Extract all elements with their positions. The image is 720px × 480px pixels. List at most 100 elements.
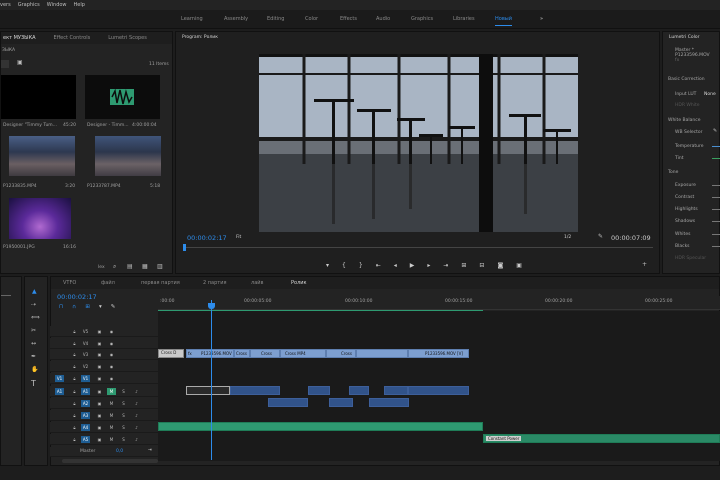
go-to-in-icon[interactable]: ⇤	[376, 262, 381, 270]
folder-icon[interactable]: ▣	[17, 59, 23, 66]
sync-lock-icon[interactable]: ▣	[95, 375, 104, 382]
go-to-end-icon[interactable]: ⇥	[148, 448, 152, 453]
fit-dropdown[interactable]: Fit	[236, 235, 241, 240]
timeline-settings-icon[interactable]: ✎	[111, 304, 116, 312]
lock-icon[interactable]: 🔒︎	[70, 424, 79, 431]
mute-button[interactable]: M	[107, 388, 116, 395]
playhead-marker[interactable]	[183, 244, 186, 251]
input-lut-dropdown[interactable]: None	[704, 92, 716, 97]
track-label[interactable]: A3	[81, 412, 90, 419]
lock-icon[interactable]: 🔒︎	[70, 351, 79, 358]
audio-clip-a2-1[interactable]	[268, 398, 308, 407]
step-forward-icon[interactable]: ▸	[427, 262, 430, 270]
clip-cross-5[interactable]: Cross	[326, 349, 356, 358]
workspace-editing[interactable]: Editing	[267, 16, 284, 22]
selection-tool-icon[interactable]: ▲	[32, 288, 37, 295]
timeline-timecode[interactable]: 00:00:02:17	[57, 293, 97, 301]
lock-icon[interactable]: 🔒︎	[70, 375, 79, 382]
mic-icon[interactable]: ♪	[132, 400, 141, 407]
exposure-slider[interactable]	[712, 185, 720, 186]
solo-button[interactable]: S	[119, 400, 128, 407]
workspace-new[interactable]: Новый	[495, 16, 512, 26]
thumb-p1233835[interactable]	[9, 136, 75, 176]
mute-button[interactable]: M	[107, 424, 116, 431]
lock-icon[interactable]: 🔒︎	[70, 388, 79, 395]
quality-dropdown[interactable]: 1/2	[564, 235, 571, 240]
mic-icon[interactable]: ♪	[132, 388, 141, 395]
eye-icon[interactable]: ◉	[107, 375, 116, 382]
eye-icon[interactable]: ◉	[107, 363, 116, 370]
track-select-tool-icon[interactable]: ⇢	[31, 301, 36, 308]
sync-lock-icon[interactable]: ▣	[95, 340, 104, 347]
search-icon[interactable]: ⌕	[113, 263, 116, 271]
whites-slider[interactable]	[712, 234, 720, 235]
mic-icon[interactable]: ♪	[132, 424, 141, 431]
basic-correction-header[interactable]: Basic Correction	[668, 77, 705, 82]
eyedropper-icon[interactable]: ✎	[713, 128, 717, 134]
clip-cross-2[interactable]: Cross	[234, 349, 250, 358]
contrast-slider[interactable]	[712, 197, 720, 198]
tint-slider[interactable]	[712, 158, 720, 159]
tab-project[interactable]: ект МУЗЫКА	[3, 35, 36, 41]
lock-icon[interactable]: 🔒︎	[70, 340, 79, 347]
temperature-slider[interactable]	[712, 146, 720, 147]
audio-clip-a2-3[interactable]	[369, 398, 409, 407]
shadows-slider[interactable]	[712, 221, 720, 222]
mark-in-icon[interactable]: {	[342, 262, 346, 270]
tab-sequence-first[interactable]: первая партия	[141, 280, 180, 286]
mute-button[interactable]: M	[107, 436, 116, 443]
pen-tool-icon[interactable]: ✒	[31, 353, 36, 360]
music-clip-a5[interactable]: Constant Power	[483, 434, 720, 443]
tone-header[interactable]: Tone	[668, 170, 678, 175]
white-balance-header[interactable]: White Balance	[668, 118, 700, 123]
lock-icon[interactable]: 🔒︎	[70, 400, 79, 407]
linked-selection-icon[interactable]: ⊞	[85, 304, 90, 312]
master-volume[interactable]: 0,0	[116, 449, 123, 454]
trash-icon[interactable]: ▥	[157, 263, 163, 270]
menu-item-graphics[interactable]: Graphics	[18, 2, 40, 8]
ripple-edit-tool-icon[interactable]: ⟺	[31, 314, 40, 321]
marker-icon[interactable]: ▾	[326, 262, 329, 270]
menu-item-vers[interactable]: vers	[0, 2, 11, 8]
track-label[interactable]: V1	[81, 375, 90, 382]
extract-icon[interactable]: ⊟	[479, 262, 484, 270]
workspace-more-icon[interactable]: »	[540, 16, 543, 22]
add-marker-icon[interactable]: ▾	[99, 304, 102, 312]
lift-icon[interactable]: ⊞	[461, 262, 466, 270]
mute-button[interactable]: M	[107, 412, 116, 419]
clip-cross-mp4[interactable]: Cross MP4	[280, 349, 326, 358]
sync-lock-icon[interactable]: ▣	[95, 388, 104, 395]
track-label[interactable]: A2	[81, 400, 90, 407]
music-clip-a4[interactable]	[158, 422, 483, 431]
sync-lock-icon[interactable]: ▣	[95, 412, 104, 419]
audio-clip-a1-4[interactable]	[349, 386, 369, 395]
clip-cross-dissolve[interactable]: Cross D	[158, 349, 184, 358]
clip-cross-3[interactable]: Cross	[250, 349, 280, 358]
workspace-learning[interactable]: Learning	[181, 16, 203, 22]
tab-lumetri-scopes[interactable]: Lumetri Scopes	[108, 35, 147, 41]
solo-button[interactable]: S	[119, 388, 128, 395]
menu-item-window[interactable]: Window	[47, 2, 67, 8]
clip-segment[interactable]	[356, 349, 408, 358]
source-patch-a1[interactable]: A1	[55, 388, 64, 395]
lock-icon[interactable]: 🔒︎	[70, 436, 79, 443]
thumb-designer-timmy[interactable]	[1, 75, 76, 119]
tab-sequence-vtfo[interactable]: VTFO	[63, 280, 76, 286]
add-button-icon[interactable]: +	[642, 261, 647, 268]
audio-clip-a1-6[interactable]	[408, 386, 469, 395]
tab-sequence-rolik[interactable]: Ролик	[291, 280, 307, 286]
lock-icon[interactable]: 🔒︎	[70, 328, 79, 335]
thumb-p1950001[interactable]	[9, 198, 71, 239]
sync-lock-icon[interactable]: ▣	[95, 424, 104, 431]
source-patch-v1[interactable]: V1	[55, 375, 64, 382]
audio-clip-a1-3[interactable]	[308, 386, 330, 395]
nest-icon[interactable]: ⊓	[59, 304, 63, 312]
tab-effect-controls[interactable]: Effect Controls	[54, 35, 91, 41]
timeline-playhead[interactable]	[211, 300, 212, 460]
track-label[interactable]: A5	[81, 436, 90, 443]
settings-icon[interactable]: ▣	[516, 262, 522, 270]
razor-tool-icon[interactable]: ✂	[31, 327, 36, 334]
track-label[interactable]: A1	[81, 388, 90, 395]
workspace-assembly[interactable]: Assembly	[224, 16, 248, 22]
mark-out-icon[interactable]: }	[359, 262, 363, 270]
